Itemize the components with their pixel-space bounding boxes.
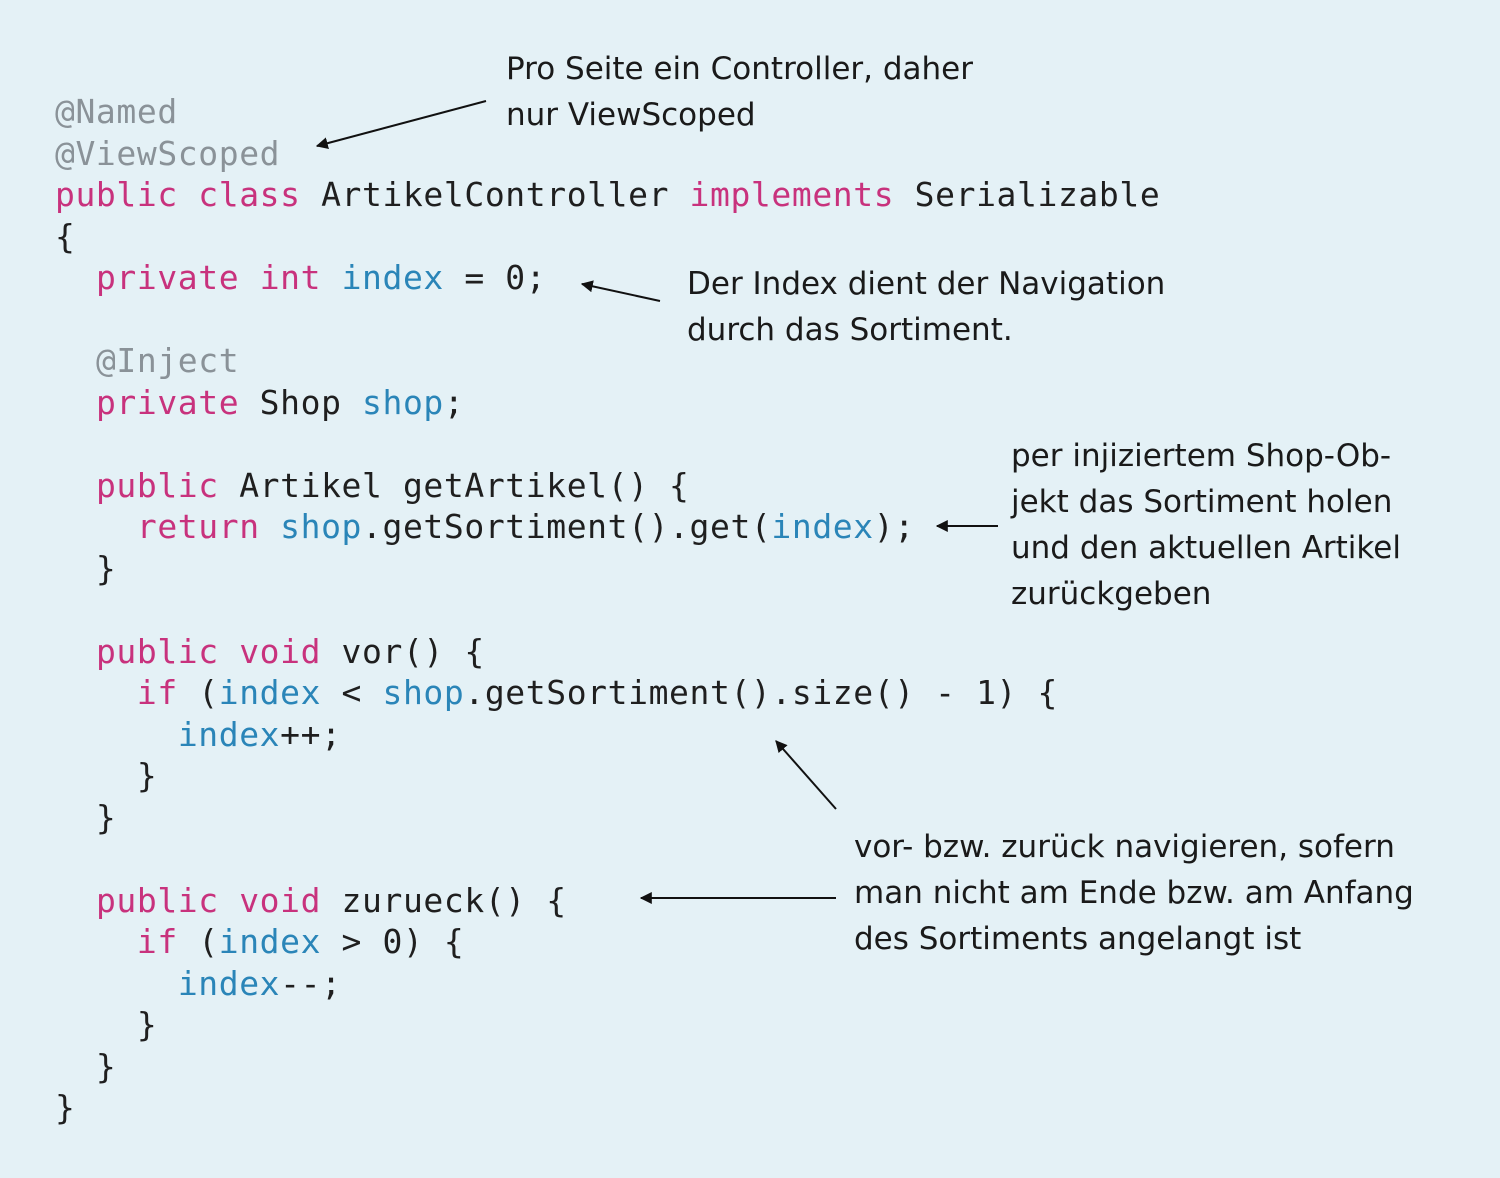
viewscoped-arrow <box>315 100 487 150</box>
annotation-arrows <box>315 100 998 904</box>
code-annotation-diagram: @Named @ViewScoped public class ArtikelCon… <box>0 0 1500 1178</box>
index-arrow <box>580 280 661 302</box>
vor-arrow <box>775 740 837 810</box>
